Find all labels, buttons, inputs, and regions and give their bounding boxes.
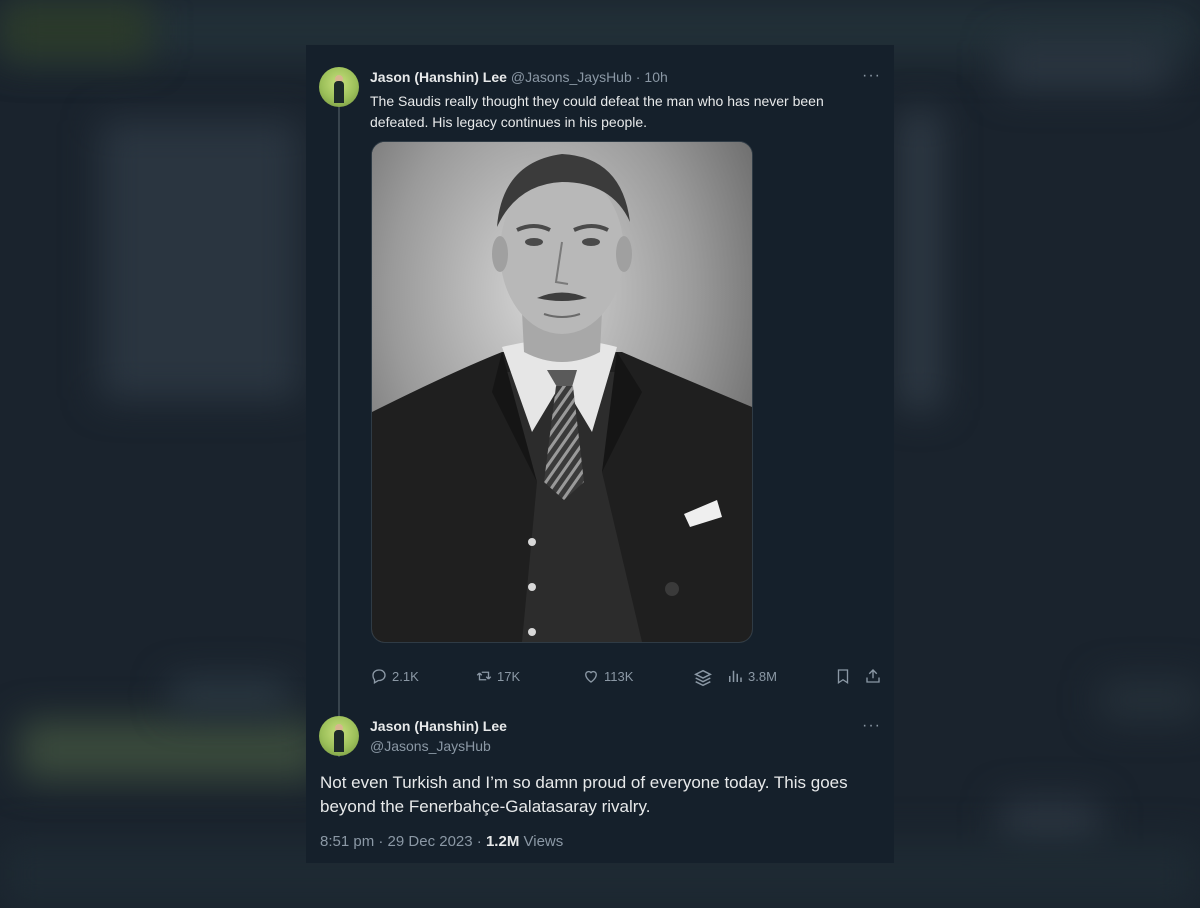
views-button[interactable]: 3.8M bbox=[726, 667, 777, 685]
layers-icon bbox=[694, 669, 712, 687]
reply-icon bbox=[372, 669, 386, 684]
layers-button[interactable] bbox=[692, 667, 714, 689]
tweet-date[interactable]: 29 Dec 2023 bbox=[388, 833, 473, 850]
author-name[interactable]: Jason (Hanshin) Lee bbox=[370, 69, 507, 85]
separator: · bbox=[378, 833, 384, 850]
analytics-icon bbox=[729, 670, 742, 682]
tweet-header: Jason (Hanshin) Lee @Jasons_JaysHub · 10… bbox=[370, 69, 668, 85]
tweet-card: Jason (Hanshin) Lee @Jasons_JaysHub · 10… bbox=[306, 45, 894, 863]
avatar[interactable] bbox=[319, 716, 359, 756]
tweet-text: The Saudis really thought they could def… bbox=[370, 93, 824, 130]
heart-icon bbox=[585, 670, 597, 683]
view-count: 3.8M bbox=[748, 668, 777, 684]
avatar[interactable] bbox=[319, 67, 359, 107]
views-label: Views bbox=[523, 833, 564, 850]
tweet-meta: 8:51 pm · 29 Dec 2023 · 1.2M Views bbox=[320, 833, 563, 850]
like-button[interactable]: 113K bbox=[582, 667, 633, 685]
reply-button[interactable]: 2.1K bbox=[370, 667, 419, 685]
tweet-photo[interactable] bbox=[371, 141, 753, 643]
repost-count: 17K bbox=[497, 668, 521, 684]
bookmark-button[interactable] bbox=[834, 667, 852, 685]
thread-line bbox=[338, 107, 340, 757]
repost-icon bbox=[476, 671, 492, 681]
tweet-time[interactable]: 8:51 pm bbox=[320, 833, 374, 850]
author-name[interactable]: Jason (Hanshin) Lee bbox=[370, 718, 507, 734]
like-count: 113K bbox=[604, 668, 634, 684]
more-options-icon[interactable]: ··· bbox=[862, 67, 881, 85]
views-count: 1.2M bbox=[485, 833, 520, 850]
tweet-text: Not even Turkish and I’m so damn proud o… bbox=[320, 773, 848, 816]
more-options-icon[interactable]: ··· bbox=[862, 717, 881, 735]
separator: · bbox=[635, 69, 641, 85]
author-handle[interactable]: @Jasons_JaysHub bbox=[511, 69, 632, 85]
share-icon bbox=[866, 669, 880, 683]
author-handle[interactable]: @Jasons_JaysHub bbox=[370, 738, 491, 754]
tweet-actions: 2.1K 17K 113K 3.8M bbox=[370, 667, 882, 687]
separator: · bbox=[476, 833, 482, 850]
reply-count: 2.1K bbox=[392, 668, 419, 684]
bookmark-icon bbox=[837, 669, 849, 685]
share-button[interactable] bbox=[864, 667, 882, 685]
repost-button[interactable]: 17K bbox=[475, 667, 520, 685]
timestamp[interactable]: 10h bbox=[644, 69, 667, 85]
